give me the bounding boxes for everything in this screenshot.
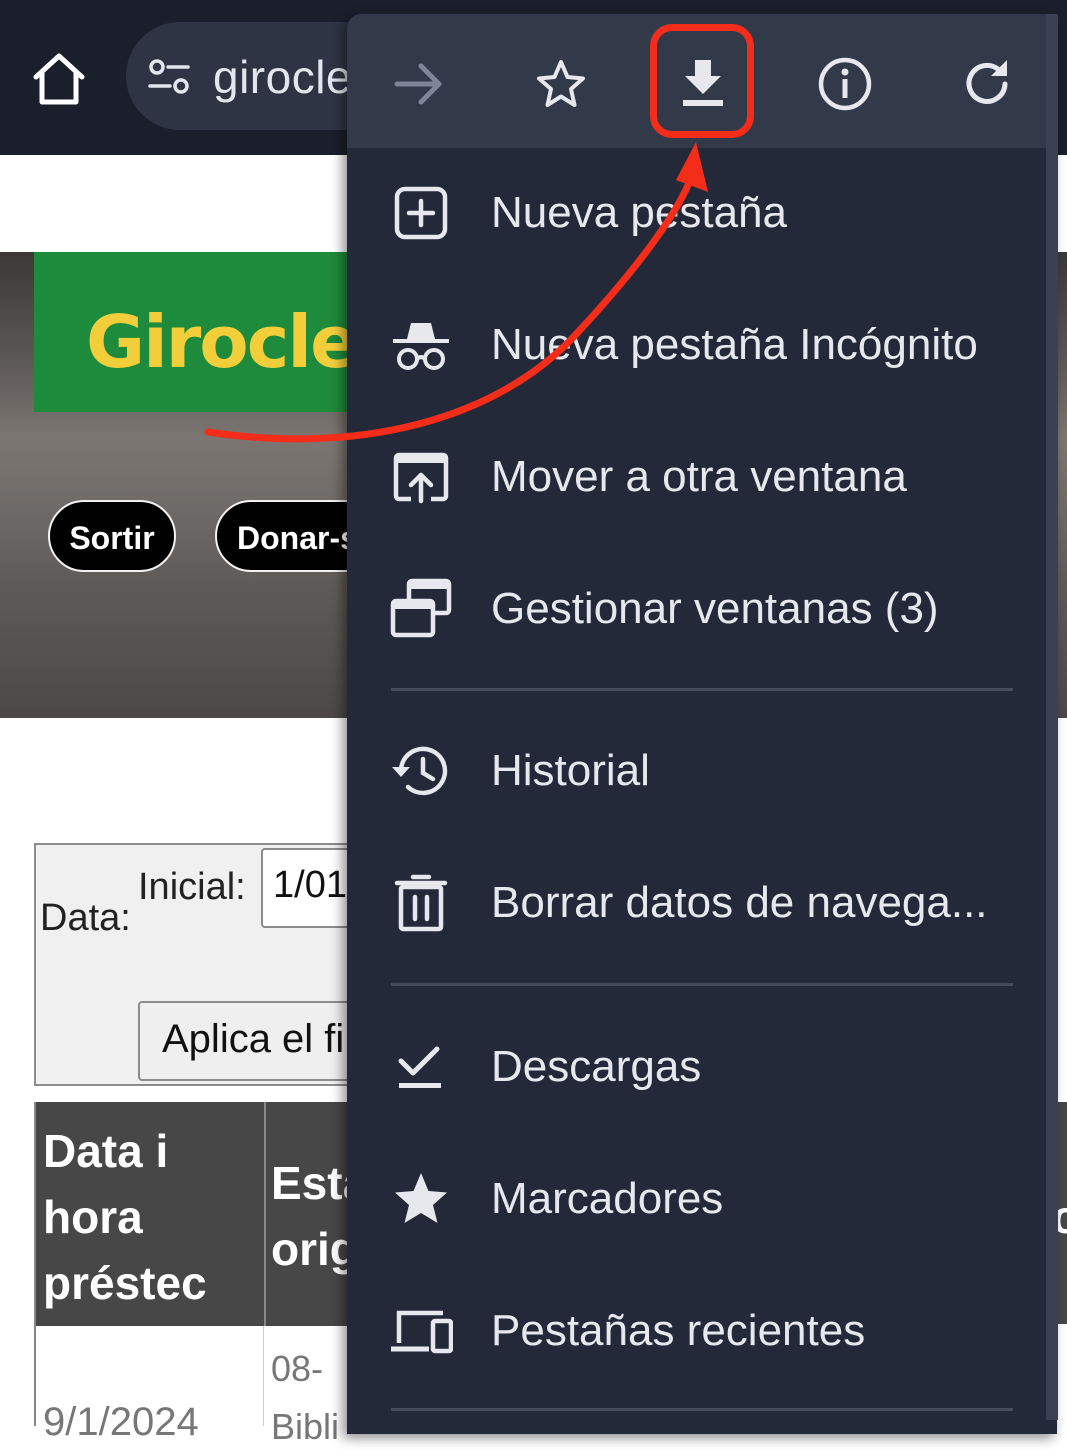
menu-item-bookmarks[interactable]: Marcadores [347, 1139, 1057, 1259]
new-tab-icon [394, 186, 448, 240]
menu-scrollbar[interactable] [1046, 14, 1058, 1420]
url-text[interactable]: girocle [213, 50, 352, 104]
download-highlight [650, 24, 754, 138]
incognito-icon [393, 323, 449, 370]
logo-text: Girocle [86, 300, 359, 384]
home-icon[interactable] [30, 50, 88, 108]
history-icon [392, 746, 448, 796]
arrow-forward-icon[interactable] [387, 52, 451, 116]
menu-item-incognito[interactable]: Nueva pestaña Incógnito [347, 285, 1057, 405]
menu-item-label: Nueva pestaña Incógnito [491, 320, 978, 369]
menu-toolbar [347, 14, 1057, 148]
reload-icon[interactable] [955, 52, 1019, 116]
menu-divider [391, 983, 1013, 986]
star-outline-icon[interactable] [529, 52, 593, 116]
menu-item-label: Borrar datos de navega... [491, 878, 988, 927]
tune-icon[interactable] [148, 58, 190, 96]
star-filled-icon [395, 1173, 447, 1223]
menu-item-label: Mover a otra ventana [491, 452, 907, 501]
devices-icon [391, 1310, 453, 1354]
manage-windows-icon [390, 578, 452, 638]
menu-item-history[interactable]: Historial [347, 711, 1057, 831]
menu-item-label: Nueva pestaña [491, 188, 787, 237]
menu-divider [391, 1408, 1013, 1411]
menu-item-manage-windows[interactable]: Gestionar ventanas (3) [347, 549, 1057, 669]
menu-item-clear-data[interactable]: Borrar datos de navega... [347, 843, 1057, 963]
header-loan-datetime: Data i hora préstec [43, 1125, 207, 1309]
menu-item-label: Descargas [491, 1042, 702, 1091]
cell-loan-date: 9/1/2024 [43, 1400, 199, 1444]
menu-divider [391, 688, 1013, 691]
apply-filter-button[interactable]: Aplica el fi [138, 1001, 378, 1081]
menu-item-downloads[interactable]: Descargas [347, 1007, 1057, 1127]
downloads-check-icon [398, 1046, 441, 1088]
menu-item-label: Gestionar ventanas (3) [491, 584, 939, 633]
menu-item-recent-tabs[interactable]: Pestañas recientes [347, 1271, 1057, 1391]
sortir-button[interactable]: Sortir [48, 500, 176, 572]
move-window-icon [393, 452, 449, 504]
trash-icon [394, 874, 448, 932]
menu-item-move-window[interactable]: Mover a otra ventana [347, 417, 1057, 537]
menu-item-new-tab[interactable]: Nueva pestaña [347, 153, 1057, 273]
menu-item-label: Historial [491, 746, 650, 795]
menu-item-label: Pestañas recientes [491, 1306, 866, 1355]
info-icon[interactable] [813, 52, 877, 116]
inicial-label: Inicial: [138, 866, 246, 908]
overflow-menu: Nueva pestaña Nueva pestaña Incógnito Mo… [347, 14, 1057, 1434]
menu-item-label: Marcadores [491, 1174, 724, 1223]
data-label: Data: [40, 897, 131, 939]
